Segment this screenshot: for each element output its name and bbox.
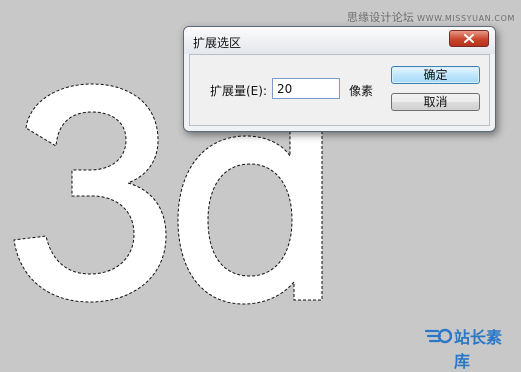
dialog-body: 扩展量(E): 像素 确定 取消 — [189, 54, 490, 126]
glyph-d-outline — [177, 119, 323, 305]
logo-icon — [424, 328, 452, 344]
close-icon — [464, 34, 474, 43]
site-name: 思缘设计论坛 — [346, 11, 415, 24]
ok-button[interactable]: 确定 — [391, 66, 480, 84]
expand-by-input[interactable] — [272, 78, 340, 99]
site-watermark: 思缘设计论坛 WWW.MISSYUAN.COM — [347, 9, 515, 25]
close-button[interactable] — [449, 30, 489, 47]
expand-by-label: 扩展量(E): — [210, 84, 267, 98]
logo-text: 站长素库 — [454, 328, 503, 371]
cancel-button[interactable]: 取消 — [391, 93, 480, 111]
dialog-title: 扩展选区 — [193, 36, 242, 50]
expand-selection-dialog: 扩展选区 扩展量(E): 像素 确定 取消 — [183, 26, 496, 132]
pixels-unit-label: 像素 — [349, 84, 374, 98]
site-logo: 站长素库 — [424, 322, 516, 371]
site-url: WWW.MISSYUAN.COM — [417, 14, 515, 23]
glyph-3-outline — [13, 83, 167, 303]
dialog-titlebar[interactable]: 扩展选区 — [184, 27, 495, 54]
